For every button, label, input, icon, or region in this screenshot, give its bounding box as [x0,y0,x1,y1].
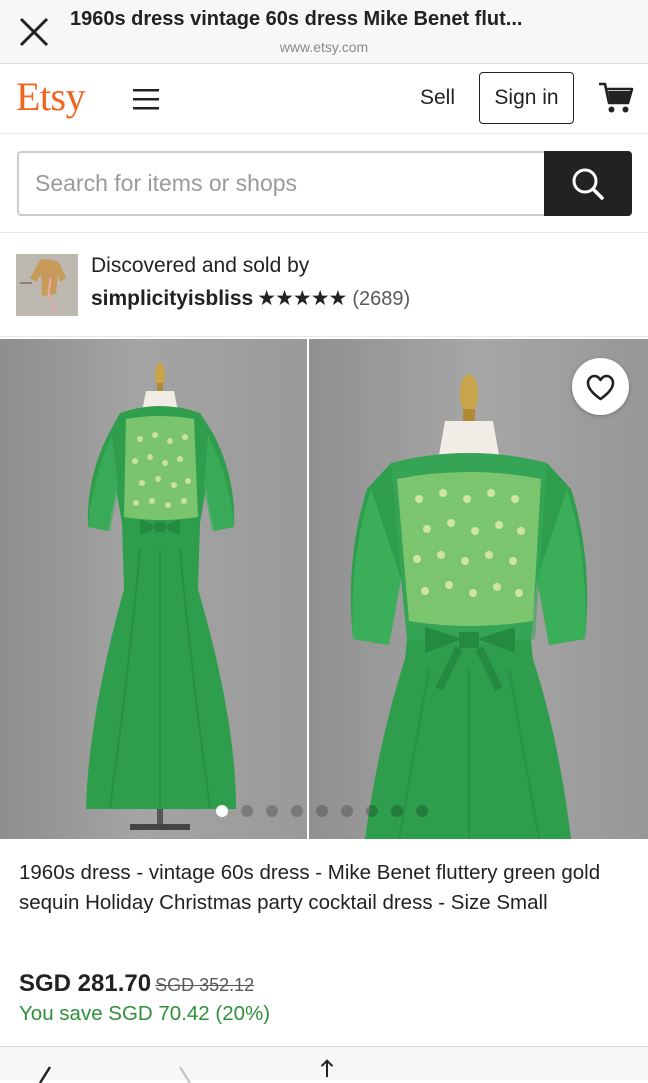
share-icon[interactable] [312,1057,342,1079]
heart-icon [586,374,615,401]
seller-info: simplicityisbliss ★★★★★ (2689) [91,286,410,311]
search-icon [572,168,604,200]
savings-text: You save SGD 70.42 (20%) [19,1002,271,1025]
carousel-dot[interactable] [341,805,353,817]
carousel-dot[interactable] [216,805,228,817]
star-rating: ★★★★★ [257,287,347,310]
carousel-dot[interactable] [391,805,403,817]
carousel-dot[interactable] [416,805,428,817]
review-count[interactable]: (2689) [352,288,410,310]
carousel-dot[interactable] [291,805,303,817]
carousel-pagination[interactable] [216,805,428,819]
page-title: 1960s dress vintage 60s dress Mike Benet… [70,8,523,30]
divider [0,336,648,337]
search-input[interactable] [17,151,547,216]
page-url[interactable]: www.etsy.com [0,39,648,55]
site-header: Etsy Sell Sign in [0,64,648,134]
search-bar [17,151,632,216]
etsy-logo[interactable]: Etsy [16,73,86,120]
sell-link[interactable]: Sell [420,86,455,110]
browser-bar: 1960s dress vintage 60s dress Mike Benet… [0,0,648,64]
carousel-dot[interactable] [266,805,278,817]
carousel-dot[interactable] [241,805,253,817]
product-photo-full-length [0,339,307,839]
divider [0,232,648,233]
seller-name-link[interactable]: simplicityisbliss [91,287,253,310]
seller-label: Discovered and sold by [91,254,310,277]
product-title: 1960s dress - vintage 60s dress - Mike B… [19,861,601,914]
hamburger-menu-icon[interactable] [130,84,162,114]
carousel-dot[interactable] [366,805,378,817]
shopping-cart-icon[interactable] [598,81,634,115]
price-line: SGD 281.70 SGD 352.12 [19,970,254,998]
carousel-dot[interactable] [316,805,328,817]
sign-in-button[interactable]: Sign in [479,72,574,124]
browser-toolbar [0,1047,648,1083]
search-button[interactable] [544,151,632,216]
sale-price: SGD 281.70 [19,970,152,997]
favorite-button[interactable] [572,358,629,415]
seller-shop-thumbnail[interactable] [16,254,78,316]
product-image-carousel[interactable] [0,339,648,839]
original-price: SGD 352.12 [155,975,255,995]
